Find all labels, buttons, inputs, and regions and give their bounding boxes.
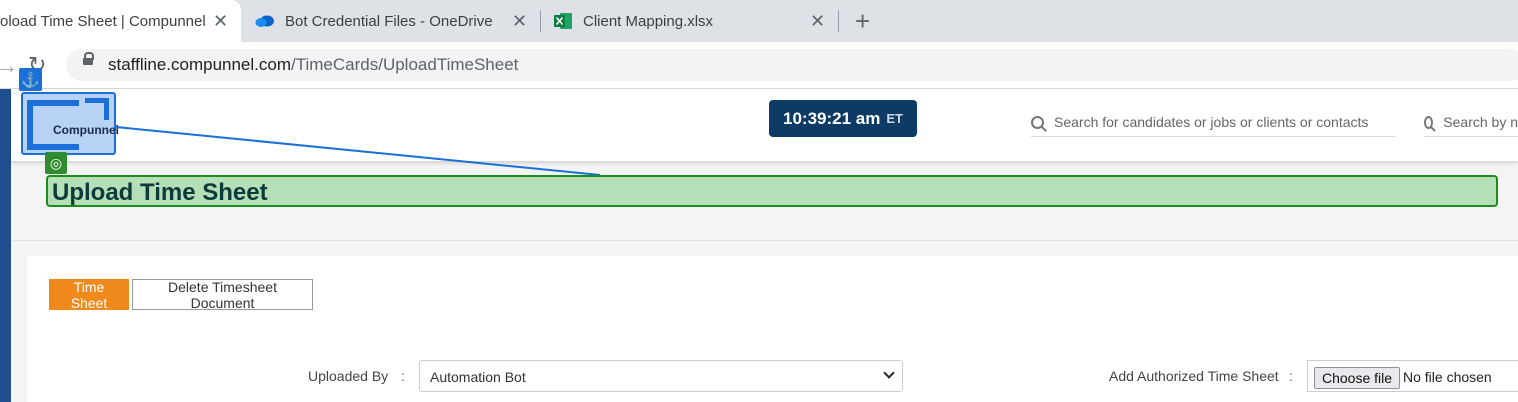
section-divider bbox=[11, 240, 1518, 241]
chevron-down-icon bbox=[883, 367, 895, 379]
choose-file-button[interactable]: Choose file bbox=[1314, 367, 1401, 389]
uploaded-by-select[interactable]: Automation Bot bbox=[419, 360, 903, 392]
tab-separator bbox=[838, 10, 839, 32]
uploaded-by-label: Uploaded By bbox=[308, 368, 389, 384]
search-placeholder: Search by n bbox=[1443, 114, 1518, 130]
clock-time: 10:39:21 am bbox=[783, 108, 881, 128]
search-placeholder: Search for candidates or jobs or clients… bbox=[1054, 114, 1369, 130]
tab-close-icon[interactable]: ✕ bbox=[810, 11, 825, 32]
search-icon bbox=[1424, 115, 1434, 129]
tab-close-icon[interactable]: ✕ bbox=[512, 11, 527, 32]
tab-title: Bot Credential Files - OneDrive bbox=[285, 12, 493, 30]
url-host: staffline.compunnel.com bbox=[108, 55, 292, 74]
secondary-search-input[interactable]: Search by n bbox=[1424, 108, 1518, 137]
global-search-input[interactable]: Search for candidates or jobs or clients… bbox=[1031, 108, 1395, 137]
tab-title: oload Time Sheet | Compunnel bbox=[0, 12, 205, 30]
anchor-icon: ⚓ bbox=[19, 68, 42, 91]
tab-title: Client Mapping.xlsx bbox=[583, 12, 714, 30]
browser-tab-bar: oload Time Sheet | Compunnel ✕ Bot Crede… bbox=[0, 0, 1518, 42]
tab-client-mapping[interactable]: Client Mapping.xlsx ✕ bbox=[541, 0, 837, 42]
logo-text: Compunnel bbox=[53, 123, 119, 137]
clock-badge: 10:39:21 am ET bbox=[769, 100, 917, 137]
clock-timezone: ET bbox=[886, 111, 903, 126]
url-text[interactable]: staffline.compunnel.com/TimeCards/Upload… bbox=[108, 55, 518, 75]
tab-upload-time-sheet[interactable]: oload Time Sheet | Compunnel ✕ bbox=[0, 0, 241, 42]
file-input[interactable]: Choose file No file chosen bbox=[1307, 360, 1518, 392]
target-icon: ◎ bbox=[45, 152, 67, 174]
logo-highlight-box[interactable]: Compunnel bbox=[21, 92, 119, 155]
url-path: /TimeCards/UploadTimeSheet bbox=[291, 55, 519, 74]
search-icon bbox=[1031, 115, 1044, 129]
logo-bracket-shape bbox=[85, 98, 109, 120]
no-file-chosen-text: No file chosen bbox=[1403, 369, 1492, 385]
omnibox[interactable]: staffline.compunnel.com/TimeCards/Upload… bbox=[66, 49, 1518, 81]
tab-close-icon[interactable]: ✕ bbox=[213, 11, 228, 32]
sidebar-edge bbox=[0, 89, 11, 402]
title-highlight-box: Upload Time Sheet bbox=[46, 175, 1498, 207]
onedrive-cloud-icon bbox=[255, 15, 274, 27]
lock-icon bbox=[83, 52, 94, 65]
page-title: Upload Time Sheet bbox=[52, 179, 268, 206]
colon: : bbox=[1289, 368, 1293, 384]
excel-icon bbox=[554, 13, 572, 29]
new-tab-plus-icon[interactable]: + bbox=[855, 6, 870, 37]
add-authorized-time-sheet-label: Add Authorized Time Sheet bbox=[1109, 368, 1279, 384]
address-bar: staffline.compunnel.com/TimeCards/Upload… bbox=[0, 42, 1518, 89]
uploaded-by-value: Automation Bot bbox=[430, 369, 526, 385]
tab-bot-credential-files[interactable]: Bot Credential Files - OneDrive ✕ bbox=[241, 0, 539, 42]
colon: : bbox=[401, 368, 405, 384]
delete-timesheet-document-button[interactable]: Delete Timesheet Document bbox=[132, 279, 313, 311]
forward-arrow-icon[interactable]: → bbox=[0, 53, 18, 79]
time-sheet-button[interactable]: Time Sheet bbox=[49, 279, 129, 311]
